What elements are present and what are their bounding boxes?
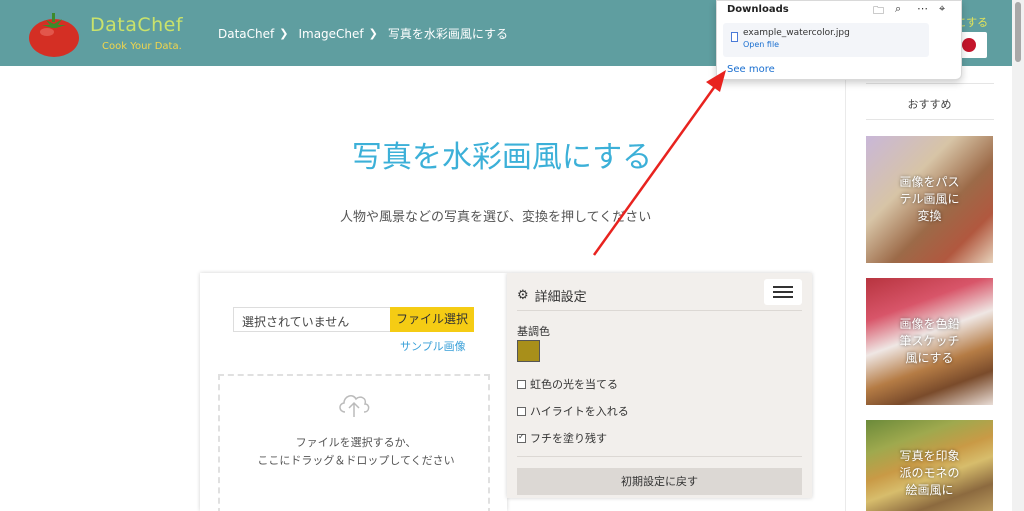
- option-label: ハイライトを入れる: [530, 405, 629, 418]
- tomato-logo-icon[interactable]: [28, 10, 80, 58]
- logo-title[interactable]: DataChef: [90, 14, 183, 36]
- breadcrumb-datachef[interactable]: DataChef: [218, 27, 274, 41]
- option-label: 虹色の光を当てる: [530, 378, 618, 391]
- gear-icon: ⚙: [517, 288, 529, 303]
- page-subtitle: 人物や風景などの写真を選び、変換を押してください: [340, 210, 652, 225]
- drop-instructions: ファイルを選択するか、 ここにドラッグ＆ドロップしてください: [220, 434, 492, 470]
- option-label: フチを塗り残す: [530, 432, 607, 445]
- open-file-link[interactable]: Open file: [743, 40, 779, 49]
- more-icon[interactable]: ⋯: [917, 2, 928, 15]
- checkbox[interactable]: [517, 379, 526, 389]
- menu-line: [773, 291, 793, 293]
- checkbox-checked[interactable]: [517, 432, 526, 443]
- caption-line: 絵画風に: [905, 483, 954, 497]
- chevron-right-icon: ❯: [279, 27, 289, 40]
- search-icon[interactable]: ⌕: [895, 2, 901, 16]
- breadcrumb-current: 写真を水彩画風にする: [387, 27, 508, 41]
- option-rainbow-light[interactable]: 虹色の光を当てる: [517, 376, 618, 392]
- caption-line: 風にする: [905, 351, 954, 365]
- logo-subtitle: Cook Your Data.: [102, 41, 182, 52]
- sidebar: おすすめ 画像をパス テル画風に 変換 画像を色鉛 筆スケッチ 風にする 写真を…: [845, 66, 1012, 511]
- checkbox[interactable]: [517, 406, 526, 416]
- recommend-card-monet[interactable]: 写真を印象 派のモネの 絵画風に: [866, 420, 993, 511]
- cloud-upload-icon: [339, 395, 370, 417]
- chevron-right-icon: ❯: [368, 27, 378, 40]
- file-input-field[interactable]: 選択されていません: [233, 307, 391, 332]
- caption-line: テル画風に: [899, 192, 960, 206]
- page-title-text: 写真を水彩画風にする: [351, 140, 653, 175]
- breadcrumb-imagechef[interactable]: ImageChef: [298, 27, 363, 41]
- divider: [866, 119, 994, 120]
- card-caption: 画像を色鉛 筆スケッチ 風にする: [866, 316, 993, 367]
- menu-line: [773, 286, 793, 288]
- page-scrollbar[interactable]: [1012, 0, 1024, 511]
- japan-flag-icon: [962, 38, 976, 52]
- recommend-card-pastel[interactable]: 画像をパス テル画風に 変換: [866, 136, 993, 263]
- base-color-label: 基調色: [517, 325, 550, 338]
- settings-menu-button[interactable]: [764, 279, 802, 305]
- drop-text-line1: ファイルを選択するか、: [295, 436, 417, 449]
- pin-icon[interactable]: ⌖: [939, 2, 945, 16]
- option-edge-unpainted[interactable]: フチを塗り残す: [517, 430, 607, 446]
- settings-panel: ⚙ 詳細設定 基調色 虹色の光を当てる ハイライトを入れる フチを塗り残す 初期…: [507, 273, 812, 498]
- downloads-panel: Downloads 🗀 ⌕ ⋯ ⌖ example_watercolor.jpg…: [716, 0, 962, 80]
- drop-text-line2: ここにドラッグ＆ドロップしてください: [257, 454, 455, 467]
- see-more-link[interactable]: See more: [727, 64, 775, 75]
- upload-card: 選択されていません ファイル選択 サンプル画像 ファイルを選択するか、 ここにド…: [200, 273, 507, 511]
- caption-line: 画像をパス: [899, 175, 960, 189]
- sidebar-heading: おすすめ: [907, 98, 952, 111]
- download-item[interactable]: example_watercolor.jpg Open file: [723, 23, 929, 57]
- file-select-button[interactable]: ファイル選択: [390, 307, 474, 332]
- caption-line: 筆スケッチ: [899, 334, 960, 348]
- caption-line: 画像を色鉛: [899, 317, 960, 331]
- downloads-title: Downloads: [727, 4, 789, 15]
- recommend-card-pencil-sketch[interactable]: 画像を色鉛 筆スケッチ 風にする: [866, 278, 993, 405]
- file-icon: [731, 32, 738, 42]
- base-color-swatch[interactable]: [517, 340, 540, 362]
- divider: [517, 310, 802, 311]
- sample-image-link[interactable]: サンプル画像: [400, 338, 466, 354]
- card-caption: 写真を印象 派のモネの 絵画風に: [866, 448, 993, 499]
- caption-line: 写真を印象: [899, 449, 960, 463]
- card-caption: 画像をパス テル画風に 変換: [866, 174, 993, 225]
- divider: [517, 456, 802, 457]
- folder-icon[interactable]: 🗀: [873, 2, 884, 21]
- divider: [866, 83, 994, 84]
- breadcrumb: DataChef ❯ ImageChef ❯ 写真を水彩画風にする: [218, 25, 508, 42]
- caption-line: 変換: [917, 209, 942, 223]
- settings-heading: ⚙ 詳細設定: [517, 286, 587, 305]
- scrollbar-thumb[interactable]: [1015, 2, 1021, 62]
- drop-zone[interactable]: ファイルを選択するか、 ここにドラッグ＆ドロップしてください: [218, 374, 490, 511]
- settings-heading-text: 詳細設定: [534, 290, 587, 305]
- caption-line: 派のモネの: [899, 466, 960, 480]
- menu-line: [773, 296, 793, 298]
- reset-button[interactable]: 初期設定に戻す: [517, 468, 802, 495]
- download-file-name: example_watercolor.jpg: [743, 28, 850, 38]
- option-highlight[interactable]: ハイライトを入れる: [517, 403, 629, 419]
